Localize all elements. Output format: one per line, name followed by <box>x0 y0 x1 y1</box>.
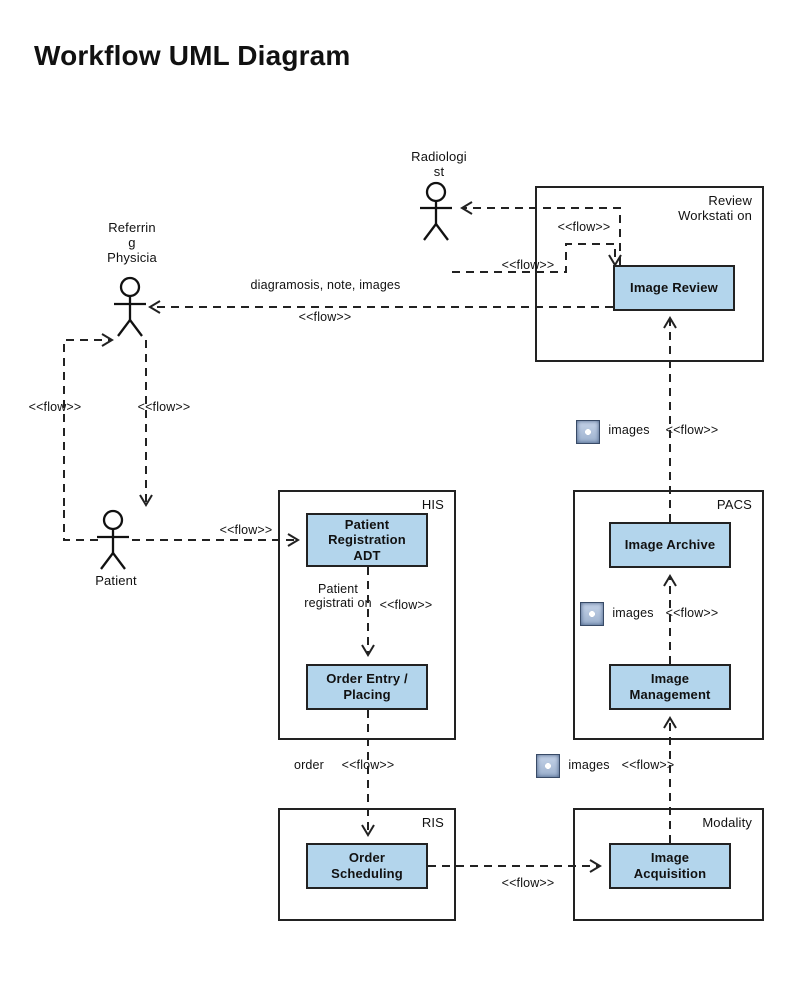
frame-label-pacs: PACS <box>672 498 752 513</box>
frame-label-modality: Modality <box>702 816 752 831</box>
edge-label-flow-pr: <<flow>> <box>378 598 434 612</box>
actor-referring_physician-label: Referrin g Physicia <box>97 221 167 266</box>
edge-label-flow-archive-review: <<flow>> <box>664 423 720 437</box>
xray-icon <box>580 602 604 626</box>
node-order-scheduling: Order Scheduling <box>306 843 428 889</box>
edge-label-flow-acq-mgmt: <<flow>> <box>620 758 676 772</box>
node-image-review: Image Review <box>613 265 735 311</box>
edge-label-flow-radiologist-in: <<flow>> <box>500 258 556 272</box>
edge-label-flow-radiologist-out: <<flow>> <box>556 220 612 234</box>
xray-icon <box>576 420 600 444</box>
node-image-acquisition: Image Acquisition <box>609 843 731 889</box>
edge-label-images-archive-review: images <box>604 423 654 437</box>
edge-label-patient-registration: Patient registrati on <box>302 582 374 611</box>
edge-label-flow-order: <<flow>> <box>340 758 396 772</box>
edge-label-order: order <box>284 758 334 772</box>
edge-label-diagnosis: diagramosis, note, images <box>248 278 403 292</box>
actor-patient-icon <box>97 511 129 569</box>
node-image-management: Image Management <box>609 664 731 710</box>
actor-radiologist-label: Radiologi st <box>404 150 474 180</box>
frame-label-his: HIS <box>364 498 444 513</box>
edge-label-flow-phys-right: <<flow>> <box>134 400 194 414</box>
page-title: Workflow UML Diagram <box>34 40 350 72</box>
frame-label-review: Review Workstati on <box>672 194 752 224</box>
frame-label-ris: RIS <box>422 816 444 831</box>
edge-label-flow-sched-acq: <<flow>> <box>500 876 556 890</box>
node-image-archive: Image Archive <box>609 522 731 568</box>
node-patient-registration-adt: Patient Registration ADT <box>306 513 428 567</box>
actor-patient-label: Patient <box>86 574 146 589</box>
actor-radiologist-icon <box>420 183 452 240</box>
edge-label-flow-diagnosis: <<flow>> <box>280 310 370 324</box>
node-order-entry: Order Entry / Placing <box>306 664 428 710</box>
edge-label-images-acq-mgmt: images <box>564 758 614 772</box>
edge-label-flow-phys-left: <<flow>> <box>25 400 85 414</box>
edge-label-images-mgmt-archive: images <box>608 606 658 620</box>
actor-physician-icon <box>114 278 146 336</box>
xray-icon <box>536 754 560 778</box>
edge-label-flow-patient-to-his: <<flow>> <box>218 523 274 537</box>
edge-label-flow-mgmt-archive: <<flow>> <box>664 606 720 620</box>
